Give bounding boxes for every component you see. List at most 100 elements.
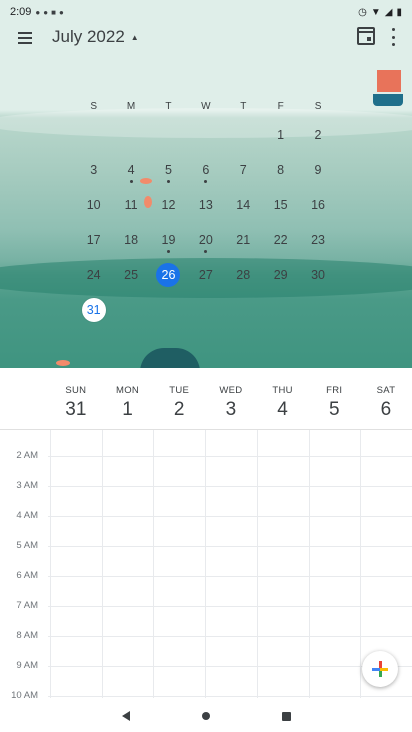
week-day-header[interactable]: THU 4 [257, 368, 309, 421]
mini-calendar-day[interactable]: 13 [187, 187, 224, 222]
day-number: 30 [311, 267, 325, 282]
mini-calendar-day[interactable]: 25 [112, 257, 149, 292]
mini-calendar-day[interactable]: 10 [75, 187, 112, 222]
mini-calendar-empty-cell [112, 292, 149, 327]
mini-calendar-day[interactable]: 2 [299, 117, 336, 152]
day-number: 21 [236, 232, 251, 247]
mini-calendar-day[interactable]: 7 [225, 152, 262, 187]
month-title: July 2022 [52, 27, 125, 46]
today-calendar-icon[interactable] [357, 27, 375, 45]
mini-calendar-day[interactable]: 14 [225, 187, 262, 222]
mini-calendar-day[interactable]: 23 [299, 222, 336, 257]
day-number: 24 [86, 267, 101, 282]
mini-calendar-day[interactable]: 26 [150, 257, 187, 292]
week-day-header[interactable]: SUN 31 [50, 368, 102, 421]
week-day-header[interactable]: FRI 5 [308, 368, 360, 421]
home-icon[interactable] [201, 712, 210, 720]
day-number: 28 [236, 267, 251, 282]
mini-calendar-day[interactable]: 29 [262, 257, 299, 292]
week-day-header[interactable]: WED 3 [205, 368, 257, 421]
mini-calendar-day[interactable]: 12 [150, 187, 187, 222]
day-column-divider [256, 430, 258, 698]
week-day-label: SAT [376, 385, 396, 396]
mini-calendar-day[interactable]: 28 [225, 257, 262, 292]
boat-illustration [373, 70, 403, 106]
mini-calendar-day[interactable]: 16 [299, 187, 336, 222]
day-number [194, 123, 218, 147]
mini-calendar-day[interactable]: 17 [75, 222, 112, 257]
status-bar: 2:09 ● ● ■ ● ◷ ▼ ◢ ▮ [0, 0, 412, 24]
day-column-divider [101, 430, 103, 698]
day-number: 26 [156, 262, 181, 287]
day-number [119, 298, 143, 322]
mini-calendar-empty-cell [187, 117, 224, 152]
day-number: 8 [277, 162, 285, 177]
mini-calendar-day[interactable]: 3 [75, 152, 112, 187]
mini-calendar-day[interactable]: 6 [187, 152, 224, 187]
mini-calendar-day[interactable]: 27 [187, 257, 224, 292]
day-number: 18 [124, 232, 139, 247]
create-event-button[interactable] [362, 651, 398, 687]
weekday-initial: T [165, 101, 172, 112]
mini-calendar-day[interactable]: 21 [225, 222, 262, 257]
day-number: 10 [86, 197, 101, 212]
weekday-initial: T [240, 101, 247, 112]
mini-calendar-day[interactable]: 11 [112, 187, 149, 222]
week-day-label: FRI [326, 385, 343, 396]
week-day-header[interactable]: SAT 6 [360, 368, 412, 421]
day-number [156, 298, 180, 322]
alarm-icon: ◷ [358, 6, 367, 18]
mini-calendar-day[interactable]: 20 [187, 222, 224, 257]
notification-icon: ■ [51, 7, 56, 17]
day-number: 23 [311, 232, 325, 247]
mini-calendar-day[interactable]: 24 [75, 257, 112, 292]
mini-month-grid: 1 2 3 4 5 6 7 8 9 10 11 12 13 14 15 16 17 18 19 20 21 22 23 24 2… [75, 117, 337, 327]
menu-icon[interactable] [14, 26, 38, 50]
hour-label: 6 AM [16, 570, 38, 581]
week-day-header[interactable]: TUE 2 [153, 368, 205, 421]
mini-calendar-empty-cell [299, 292, 336, 327]
mini-calendar-day[interactable]: 5 [150, 152, 187, 187]
mini-calendar-day[interactable]: 8 [262, 152, 299, 187]
day-number: 6 [202, 162, 210, 177]
mini-calendar-day[interactable]: 9 [299, 152, 336, 187]
mini-calendar-day[interactable]: 18 [112, 222, 149, 257]
whale-illustration [140, 348, 200, 368]
hour-label: 4 AM [16, 510, 38, 521]
mini-calendar-empty-cell [75, 117, 112, 152]
mini-calendar-day[interactable]: 4 [112, 152, 149, 187]
mini-calendar-day[interactable]: 31 [75, 292, 112, 327]
mini-calendar-day[interactable]: 30 [299, 257, 336, 292]
hour-label: 3 AM [16, 480, 38, 491]
weekday-initial: F [277, 101, 284, 112]
day-number: 22 [273, 232, 288, 247]
day-number: 25 [124, 267, 139, 282]
back-icon[interactable] [121, 711, 130, 721]
more-options-icon[interactable] [387, 28, 399, 46]
month-title-dropdown[interactable]: July 2022 ▲ [52, 27, 139, 47]
recent-apps-icon[interactable] [281, 711, 291, 721]
day-column-divider [360, 430, 362, 698]
month-panel: July 2022 ▲ SMTWTFS 1 2 3 4 5 6 7 8 9 10 11 12 13 14 1… [0, 0, 412, 368]
weekday-initial: M [126, 101, 136, 112]
mini-calendar-day[interactable]: 1 [262, 117, 299, 152]
hour-label: 10 AM [11, 690, 38, 698]
day-number: 15 [273, 197, 288, 212]
mini-calendar-day[interactable]: 22 [262, 222, 299, 257]
day-number: 29 [273, 267, 288, 282]
notification-icon: ● [35, 7, 41, 17]
hour-label: 8 AM [16, 630, 38, 641]
day-number [119, 123, 143, 147]
day-number: 27 [198, 267, 213, 282]
week-day-label: SUN [65, 385, 87, 396]
week-day-header[interactable]: MON 1 [102, 368, 154, 421]
mini-calendar-day[interactable]: 19 [150, 222, 187, 257]
day-number: 3 [90, 162, 98, 177]
event-indicator-dot [129, 180, 133, 183]
day-number: 16 [311, 197, 325, 212]
week-day-label: TUE [169, 385, 190, 396]
week-day-number: 6 [380, 399, 392, 420]
mini-calendar-empty-cell [112, 117, 149, 152]
mini-calendar-day[interactable]: 15 [262, 187, 299, 222]
week-time-grid[interactable]: 2 AM3 AM4 AM5 AM6 AM7 AM8 AM9 AM10 AM11 … [0, 430, 412, 698]
